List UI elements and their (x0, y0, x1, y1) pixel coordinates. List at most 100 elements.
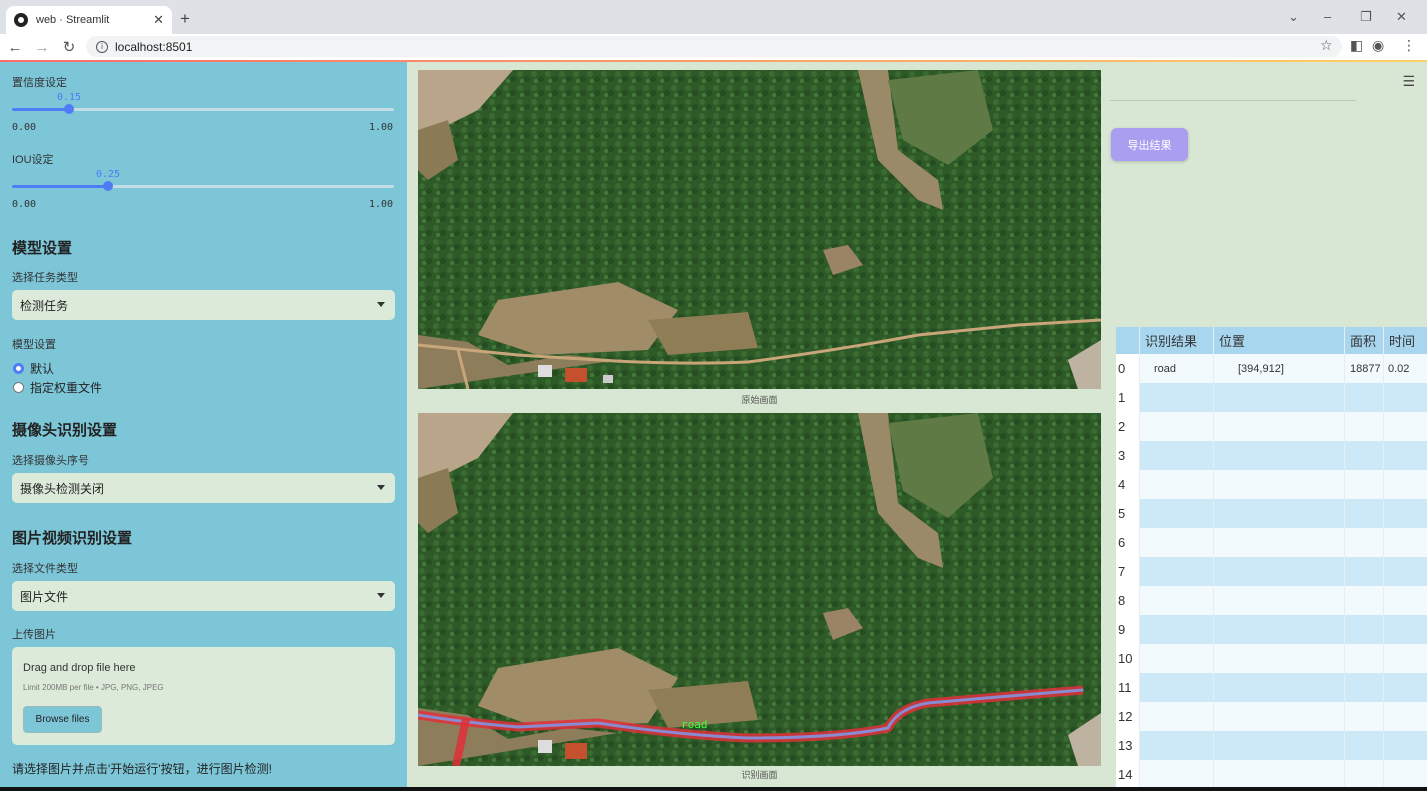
upload-label: 上传图片 (12, 629, 56, 641)
table-cell (1345, 760, 1384, 787)
confidence-min: 0.00 (12, 122, 37, 133)
dropzone-limit: Limit 200MB per file • JPG, PNG, JPEG (23, 683, 164, 692)
table-cell (1140, 528, 1214, 557)
table-cell (1214, 528, 1345, 557)
row-index: 10 (1116, 644, 1140, 673)
result-image: road (418, 413, 1101, 766)
row-index: 2 (1116, 412, 1140, 441)
table-cell (1345, 673, 1384, 702)
row-index: 12 (1116, 702, 1140, 731)
url-text: localhost:8501 (115, 39, 193, 54)
browser-window: web · Streamlit ✕ + ⌄ – ❐ ✕ ← → ↻ i loca… (0, 0, 1427, 62)
confidence-value: 0.15 (57, 92, 82, 103)
sidebar: 置信度设定 0.15 0.00 1.00 IOU设定 0.25 0.00 1.0… (0, 62, 407, 787)
table-header-cell[interactable]: 面积 (1345, 327, 1384, 354)
radio-custom-weights[interactable]: 指定权重文件 (13, 379, 102, 396)
confidence-slider-thumb[interactable] (64, 104, 75, 114)
close-window-icon[interactable]: ✕ (1396, 9, 1407, 25)
iou-label: IOU设定 (12, 154, 54, 166)
forward-icon[interactable]: → (30, 39, 54, 56)
table-header-cell[interactable]: 识别结果 (1140, 327, 1214, 354)
table-cell (1214, 586, 1345, 615)
camera-value: 摄像头检测关闭 (20, 481, 105, 496)
model-section-title: 模型设置 (12, 240, 73, 257)
results-table[interactable]: 识别结果 位置 面积 时间 0 road [394,912] 18877 0.02 1 2 3 4 5 6 7… (1116, 327, 1427, 787)
iou-value: 0.25 (96, 169, 121, 180)
table-header-cell[interactable]: 位置 (1214, 327, 1345, 354)
browse-files-button[interactable]: Browse files (23, 706, 102, 733)
iou-slider-fill (12, 185, 108, 188)
iou-max: 1.00 (369, 199, 394, 210)
table-cell (1140, 557, 1214, 586)
confidence-slider[interactable] (12, 104, 394, 114)
row-index: 6 (1116, 528, 1140, 557)
table-cell (1345, 383, 1384, 412)
table-cell (1384, 441, 1427, 470)
table-cell (1384, 644, 1427, 673)
url-input[interactable]: i localhost:8501 (86, 36, 1342, 57)
side-panel-icon[interactable]: ◧ (1350, 37, 1363, 54)
table-row: 14 (1116, 760, 1427, 787)
radio-default-model[interactable]: 默认 (13, 360, 54, 377)
table-cell (1214, 760, 1345, 787)
table-cell (1214, 731, 1345, 760)
file-type-label: 选择文件类型 (12, 563, 78, 575)
row-index: 5 (1116, 499, 1140, 528)
export-results-button[interactable]: 导出结果 (1111, 128, 1188, 161)
tab-search-chevron-icon[interactable]: ⌄ (1288, 9, 1299, 25)
row-index: 11 (1116, 673, 1140, 702)
camera-select[interactable]: 摄像头检测关闭 (12, 473, 395, 503)
table-cell (1384, 702, 1427, 731)
table-cell (1140, 644, 1214, 673)
table-cell (1384, 615, 1427, 644)
table-cell (1384, 499, 1427, 528)
browser-tab[interactable]: web · Streamlit ✕ (6, 6, 172, 34)
table-cell (1345, 731, 1384, 760)
chevron-down-icon (377, 593, 385, 598)
row-index: 9 (1116, 615, 1140, 644)
table-header-cell[interactable] (1116, 327, 1140, 354)
original-image (418, 70, 1101, 389)
confidence-max: 1.00 (369, 122, 394, 133)
table-row: 1 (1116, 383, 1427, 412)
back-icon[interactable]: ← (3, 39, 27, 56)
row-index: 8 (1116, 586, 1140, 615)
tab-title: web · Streamlit (36, 14, 110, 26)
dropzone-title: Drag and drop file here (23, 662, 136, 674)
table-row: 7 (1116, 557, 1427, 586)
file-type-select[interactable]: 图片文件 (12, 581, 395, 611)
table-cell: 18877 (1345, 354, 1384, 383)
file-dropzone[interactable]: Drag and drop file here Limit 200MB per … (12, 647, 395, 745)
site-info-icon[interactable]: i (96, 40, 108, 53)
table-cell (1345, 412, 1384, 441)
table-row: 2 (1116, 412, 1427, 441)
detection-label: road (681, 718, 708, 731)
media-section-title: 图片视频识别设置 (12, 530, 133, 547)
row-index: 14 (1116, 760, 1140, 787)
profile-avatar-icon[interactable]: ◉ (1372, 37, 1384, 54)
minimize-icon[interactable]: – (1324, 9, 1331, 24)
tab-close-icon[interactable]: ✕ (153, 12, 164, 28)
reload-icon[interactable]: ↻ (57, 38, 81, 56)
table-cell (1345, 499, 1384, 528)
table-cell (1384, 470, 1427, 499)
table-cell (1140, 702, 1214, 731)
task-type-select[interactable]: 检测任务 (12, 290, 395, 320)
new-tab-icon[interactable]: + (180, 9, 190, 29)
table-cell (1384, 528, 1427, 557)
table-row: 9 (1116, 615, 1427, 644)
table-cell (1345, 702, 1384, 731)
table-cell (1214, 470, 1345, 499)
restore-icon[interactable]: ❐ (1360, 9, 1372, 25)
table-cell (1384, 586, 1427, 615)
table-cell (1214, 644, 1345, 673)
bookmark-star-icon[interactable]: ☆ (1320, 37, 1333, 54)
table-cell (1214, 412, 1345, 441)
table-header-cell[interactable]: 时间 (1384, 327, 1427, 354)
table-cell: 0.02 (1388, 362, 1410, 375)
iou-slider-thumb[interactable] (102, 181, 113, 191)
iou-slider[interactable] (12, 181, 394, 191)
table-row: 10 (1116, 644, 1427, 673)
hamburger-menu-icon[interactable]: ☰ (1402, 73, 1415, 90)
browser-menu-icon[interactable]: ⋮ (1402, 37, 1416, 54)
